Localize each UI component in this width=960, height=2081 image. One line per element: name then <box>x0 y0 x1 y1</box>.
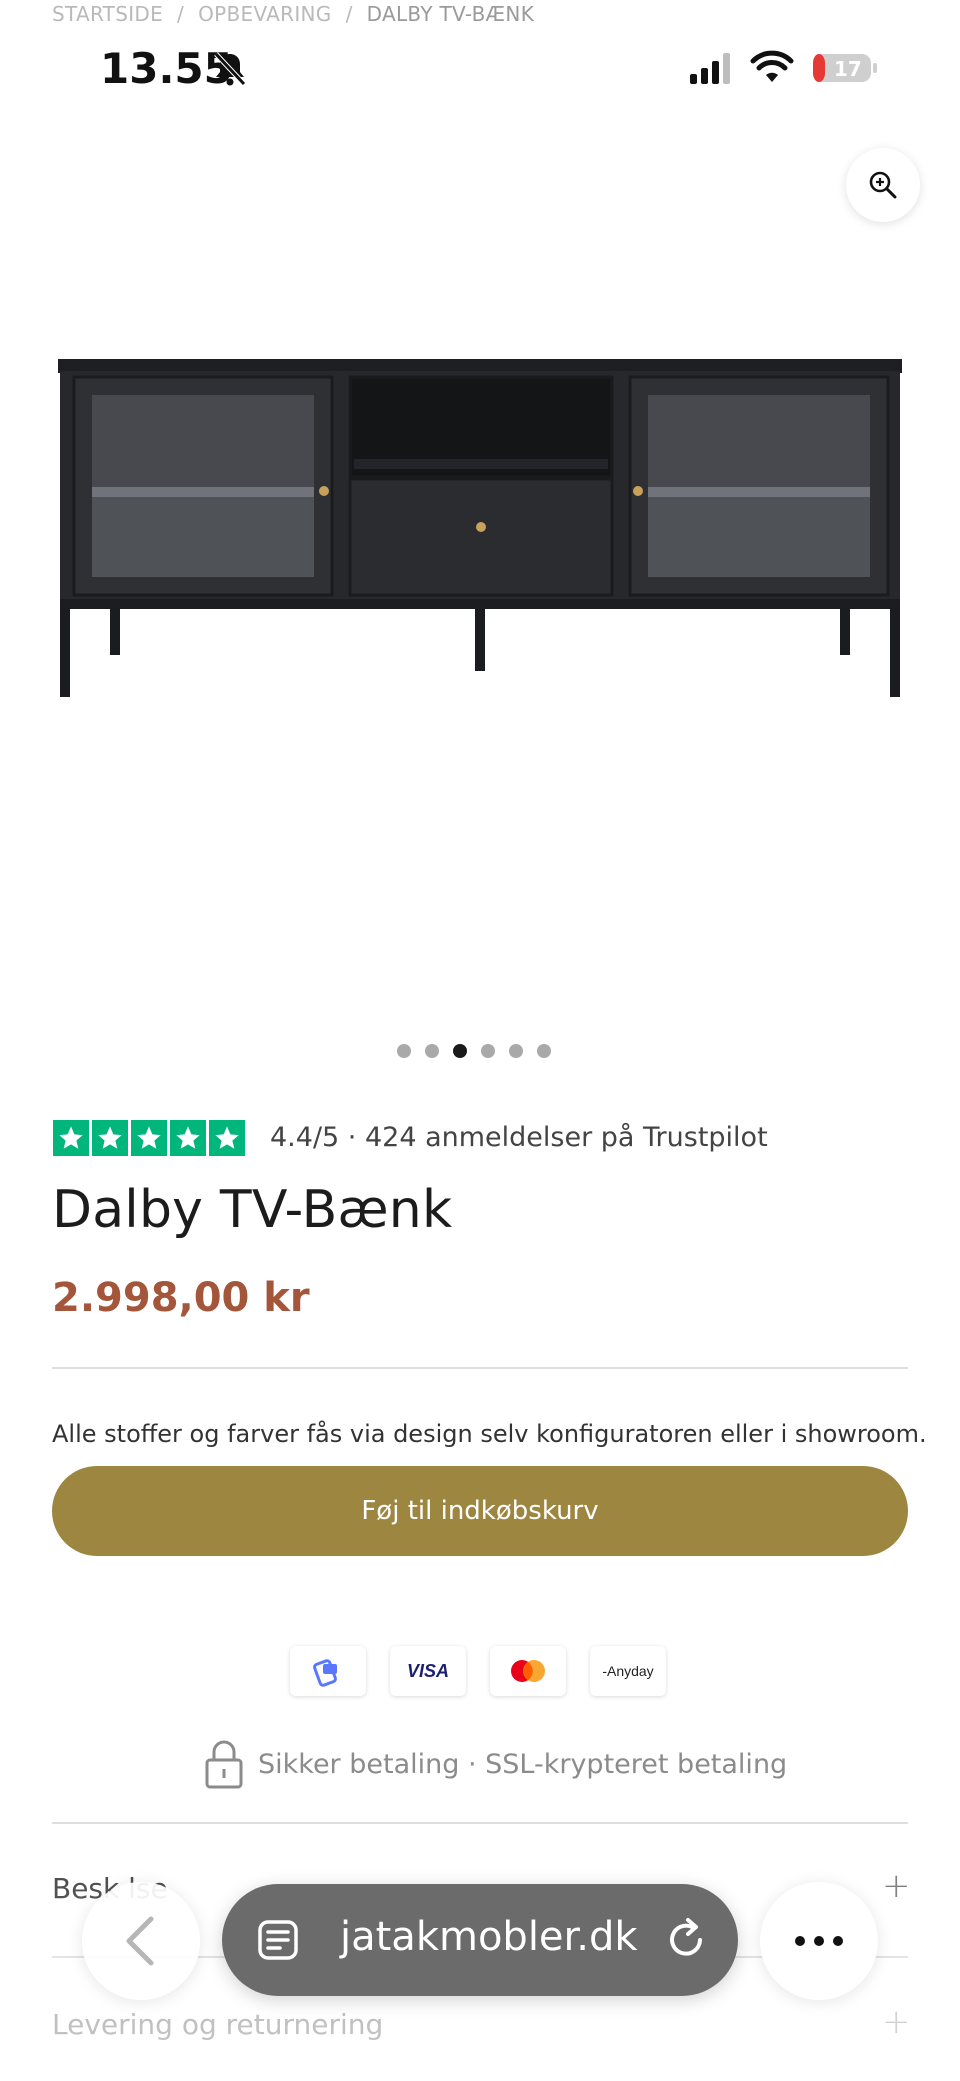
anyday-label: -Anyday <box>602 1663 654 1679</box>
visa-label: VISA <box>406 1660 449 1681</box>
trustpilot-star-icon <box>53 1120 89 1156</box>
url-text[interactable]: jatakmobler.dk <box>340 1914 638 1960</box>
secure-payment-text: Sikker betaling · SSL-krypteret betaling <box>258 1748 788 1780</box>
wifi-icon <box>750 50 794 82</box>
chevron-left-icon <box>126 1916 154 1966</box>
divider <box>52 1822 908 1824</box>
visa-icon: VISA <box>390 1646 466 1696</box>
bell-muted-icon <box>214 52 246 86</box>
trustpilot-star-icon <box>131 1120 167 1156</box>
gallery-dot[interactable] <box>397 1044 411 1058</box>
secure-payment: Sikker betaling · SSL-krypteret betaling <box>204 1738 787 1790</box>
accordion-delivery-label: Levering og returnering <box>52 2008 384 2041</box>
breadcrumb-item-current: DALBY TV-BÆNK <box>366 2 535 26</box>
product-price: 2.998,00 kr <box>52 1275 310 1321</box>
mastercard-icon <box>490 1646 566 1696</box>
lock-icon <box>205 1740 243 1789</box>
trustpilot-stars <box>53 1120 245 1156</box>
mobilepay-icon <box>290 1646 366 1696</box>
breadcrumb-separator: / <box>177 2 185 26</box>
add-to-cart-button[interactable]: Føj til indkøbskurv <box>52 1466 908 1556</box>
product-title: Dalby TV-Bænk <box>52 1180 453 1240</box>
gallery-dot[interactable] <box>453 1044 467 1058</box>
trustpilot-star-icon <box>92 1120 128 1156</box>
trustpilot-rating-text[interactable]: 4.4/5 · 424 anmeldelser på Trustpilot <box>270 1122 768 1153</box>
breadcrumb-item-opbevaring[interactable]: OPBEVARING <box>198 2 332 26</box>
zoom-button[interactable] <box>846 148 920 222</box>
ellipsis-icon <box>795 1936 843 1946</box>
breadcrumb-separator: / <box>345 2 353 26</box>
gallery-dot[interactable] <box>425 1044 439 1058</box>
trustpilot-star-icon <box>170 1120 206 1156</box>
reload-icon[interactable] <box>662 1916 710 1964</box>
gallery-pagination <box>397 1044 551 1058</box>
expand-description-icon[interactable]: + <box>882 1866 911 1906</box>
trustpilot-star-icon <box>209 1120 245 1156</box>
payment-methods: VISA -Anyday <box>290 1646 666 1696</box>
gallery-dot[interactable] <box>481 1044 495 1058</box>
expand-delivery-icon[interactable]: + <box>882 2002 911 2042</box>
zoom-in-icon <box>869 171 897 199</box>
configurator-note: Alle stoffer og farver fås via design se… <box>52 1420 927 1448</box>
cellular-signal-icon <box>690 53 730 84</box>
breadcrumb-item-startside[interactable]: STARTSIDE <box>52 2 163 26</box>
browser-back-button[interactable] <box>82 1882 200 2000</box>
product-image <box>58 359 902 697</box>
breadcrumb: STARTSIDE / OPBEVARING / DALBY TV-BÆNK <box>52 2 548 26</box>
divider <box>52 1367 908 1369</box>
reader-mode-icon[interactable] <box>256 1918 300 1962</box>
browser-more-button[interactable] <box>760 1882 878 2000</box>
battery-indicator: 17 <box>812 52 878 84</box>
battery-level: 17 <box>834 57 862 81</box>
gallery-dot[interactable] <box>509 1044 523 1058</box>
gallery-dot[interactable] <box>537 1044 551 1058</box>
anyday-icon: -Anyday <box>590 1646 666 1696</box>
accordion-delivery[interactable]: Levering og returnering <box>52 2008 383 2041</box>
battery-icon: 17 <box>813 54 877 82</box>
